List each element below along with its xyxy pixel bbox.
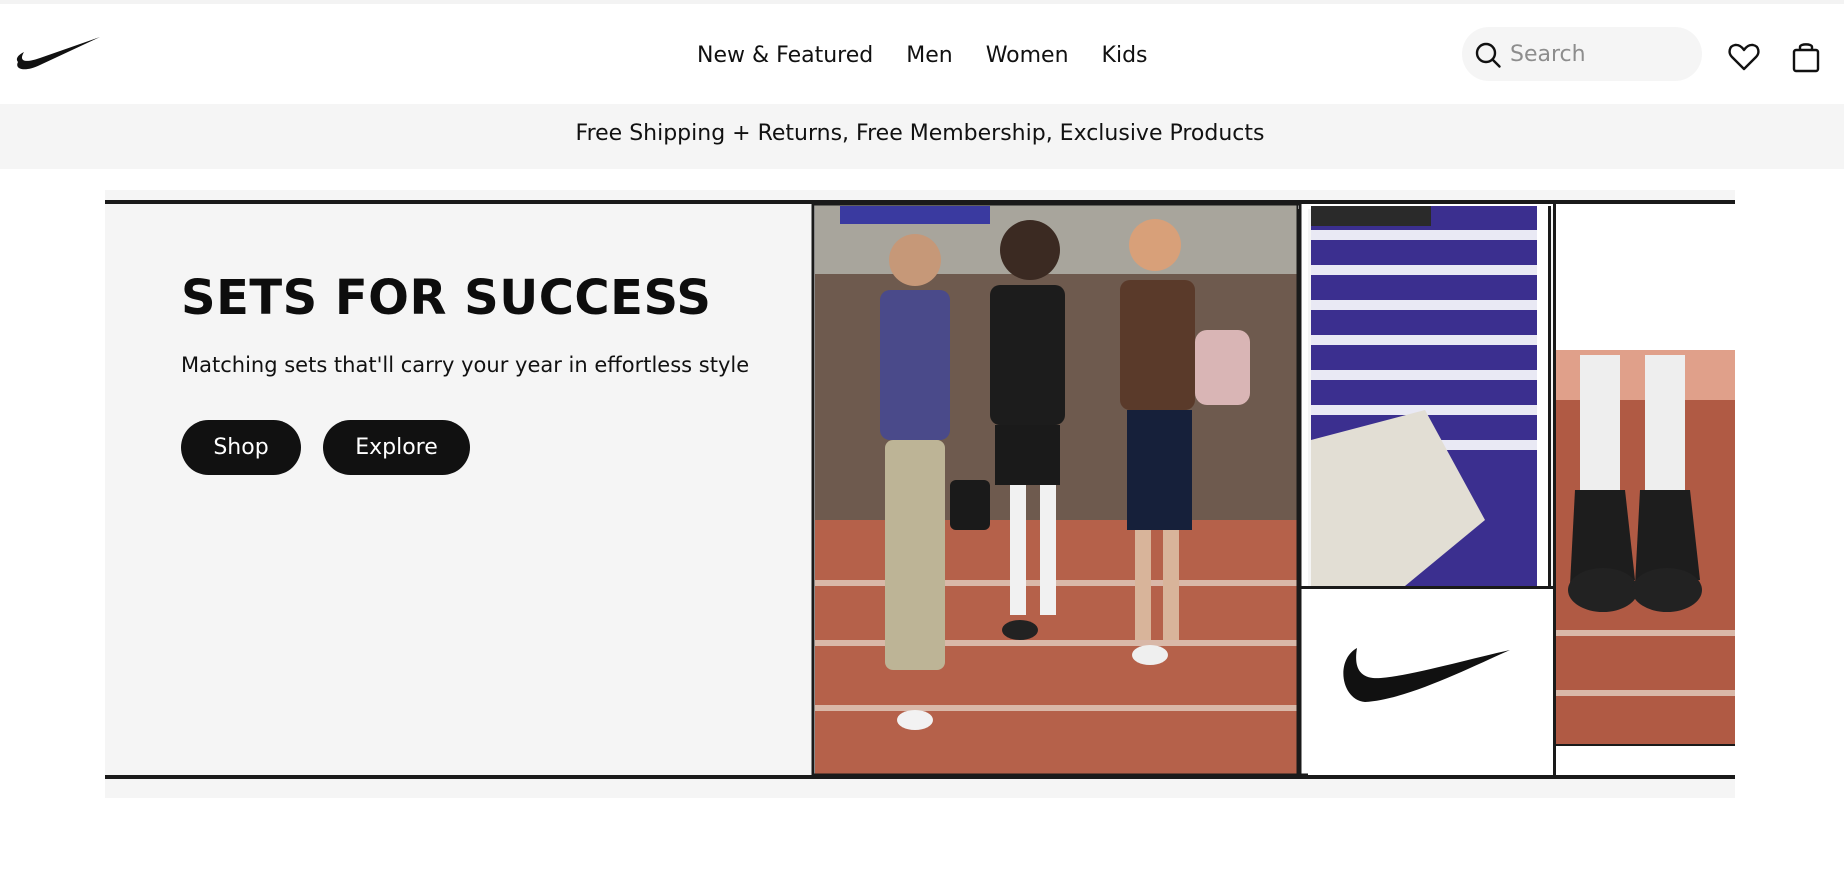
search-box[interactable] <box>1462 27 1702 81</box>
striped-shirt-closeup-photo <box>1311 206 1551 586</box>
explore-button[interactable]: Explore <box>323 420 470 475</box>
promo-banner: Free Shipping + Returns, Free Membership… <box>0 104 1844 169</box>
main-nav: New & Featured Men Women Kids <box>697 40 1148 72</box>
hero-title: SETS FOR SUCCESS <box>181 270 712 326</box>
nav-item-new-featured[interactable]: New & Featured <box>697 40 873 72</box>
search-icon[interactable] <box>1474 41 1502 69</box>
hero-banner: SETS FOR SUCCESS Matching sets that'll c… <box>105 190 1735 798</box>
heart-icon[interactable] <box>1726 39 1762 75</box>
nav-item-women[interactable]: Women <box>986 40 1069 72</box>
nav-item-kids[interactable]: Kids <box>1102 40 1148 72</box>
search-input[interactable] <box>1510 35 1690 73</box>
promo-text: Free Shipping + Returns, Free Membership… <box>575 121 1265 146</box>
site-header: New & Featured Men Women Kids <box>0 4 1844 104</box>
hero-subtitle: Matching sets that'll carry your year in… <box>181 353 750 377</box>
shop-button[interactable]: Shop <box>181 420 301 475</box>
sneakers-photo <box>1556 350 1735 745</box>
students-photo <box>815 204 1298 775</box>
shopping-bag-icon[interactable] <box>1788 39 1824 75</box>
nav-item-men[interactable]: Men <box>906 40 952 72</box>
swoosh-logo-icon[interactable] <box>16 32 102 70</box>
